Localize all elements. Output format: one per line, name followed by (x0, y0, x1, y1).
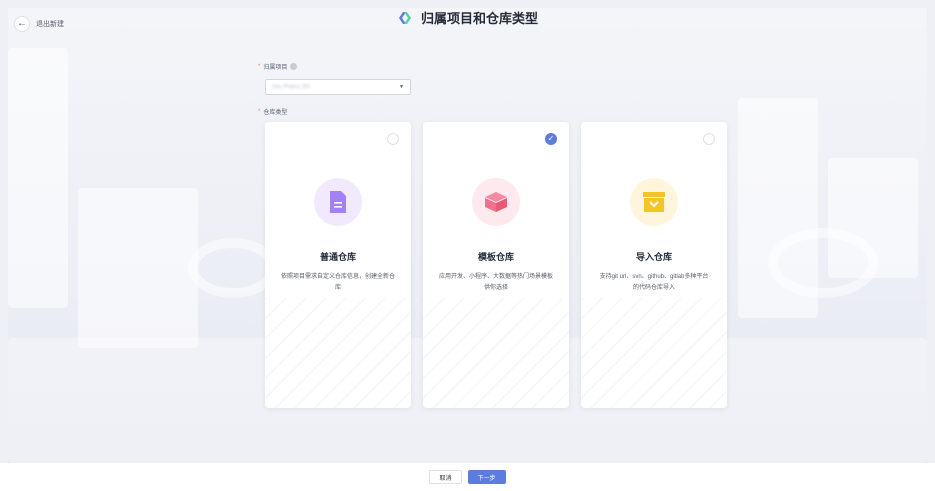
codehub-logo-icon (398, 11, 411, 24)
card-normal-repo[interactable]: 普通仓库 依照项目需求自定义仓库信息，创建全新仓库 (265, 122, 411, 408)
project-label: 归属项目 (263, 65, 288, 71)
repo-type-field-label: * 仓库类型 (258, 108, 288, 117)
help-icon[interactable] (290, 63, 298, 70)
next-step-button[interactable]: 下一步 (467, 470, 506, 484)
import-icon (630, 178, 678, 226)
card-radio[interactable] (387, 133, 399, 145)
card-title: 导入仓库 (635, 252, 672, 262)
repo-type-label: 仓库类型 (263, 110, 288, 116)
page-title: 归属项目和仓库类型 (0, 8, 935, 27)
box-icon (472, 178, 520, 226)
page-title-text: 归属项目和仓库类型 (420, 11, 538, 26)
card-title: 模板仓库 (477, 252, 514, 262)
card-title: 普通仓库 (319, 252, 356, 262)
card-description: 应用开发、小程序、大数据等热门场景模板供你选择 (439, 274, 554, 291)
repo-type-cards: 普通仓库 依照项目需求自定义仓库信息，创建全新仓库 ✓ 模板仓库 应用开发、小程… (265, 122, 727, 408)
project-select-value: Use_Project_001 (272, 84, 311, 90)
project-select[interactable]: Use_Project_001 ▼ (265, 79, 411, 95)
card-description: 支持git url、svn、github、gitlab多种平台的代码仓库导入 (599, 274, 709, 291)
chevron-down-icon: ▼ (399, 84, 404, 90)
cancel-button[interactable]: 取消 (429, 470, 462, 484)
card-radio[interactable] (703, 133, 715, 145)
footer-actions: 取消 下一步 (0, 463, 935, 491)
card-description: 依照项目需求自定义仓库信息，创建全新仓库 (281, 274, 396, 291)
document-icon (314, 178, 362, 226)
card-import-repo[interactable]: 导入仓库 支持git url、svn、github、gitlab多种平台的代码仓… (581, 122, 727, 408)
card-template-repo[interactable]: ✓ 模板仓库 应用开发、小程序、大数据等热门场景模板供你选择 (423, 122, 569, 408)
project-field-label: * 归属项目 (258, 62, 298, 71)
check-icon[interactable]: ✓ (545, 133, 557, 145)
